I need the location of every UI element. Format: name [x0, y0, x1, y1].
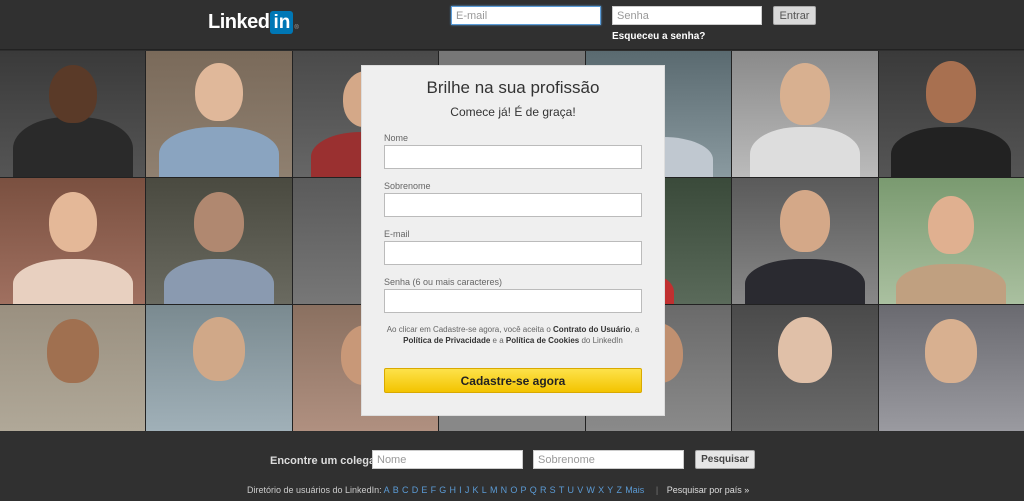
member-photo: [732, 178, 878, 304]
find-last-name-input[interactable]: [533, 450, 684, 469]
directory-letter-link[interactable]: Z: [617, 485, 623, 495]
member-directory: Diretório de usuários do LinkedIn: ABCDE…: [247, 485, 749, 495]
member-photo: [0, 305, 146, 431]
signup-button[interactable]: Cadastre-se agora: [384, 368, 642, 393]
directory-letter-link[interactable]: H: [449, 485, 456, 495]
directory-letter-link[interactable]: F: [431, 485, 437, 495]
directory-letter-link[interactable]: Mais: [625, 485, 644, 495]
privacy-policy-link[interactable]: Política de Privacidade: [403, 336, 490, 345]
terms-text: , a: [630, 325, 640, 334]
cookie-policy-link[interactable]: Política de Cookies: [506, 336, 579, 345]
last-name-input[interactable]: [384, 193, 642, 217]
directory-letter-link[interactable]: L: [482, 485, 487, 495]
directory-letter-link[interactable]: A: [384, 485, 390, 495]
find-search-button[interactable]: Pesquisar: [695, 450, 755, 469]
member-photo: [732, 305, 878, 431]
directory-letter-link[interactable]: G: [439, 485, 446, 495]
terms-notice: Ao clicar em Cadastre-se agora, você ace…: [384, 324, 642, 346]
terms-text: do LinkedIn: [579, 336, 623, 345]
signup-subtitle: Comece já! É de graça!: [450, 105, 576, 119]
search-by-country-link[interactable]: Pesquisar por país »: [667, 485, 750, 495]
top-bar: Linked in ® Entrar Esqueceu a senha?: [0, 0, 1024, 50]
directory-letter-link[interactable]: N: [501, 485, 508, 495]
footer: Encontre um colega: Pesquisar Diretório …: [0, 432, 1024, 501]
first-name-input[interactable]: [384, 145, 642, 169]
member-photo: [878, 51, 1024, 177]
linkedin-logo[interactable]: Linked in ®: [208, 11, 299, 34]
terms-text: e a: [490, 336, 506, 345]
signup-panel: Brilhe na sua profissão Comece já! É de …: [361, 65, 665, 416]
forgot-password-link[interactable]: Esqueceu a senha?: [612, 31, 705, 42]
directory-letter-link[interactable]: X: [598, 485, 604, 495]
last-name-label: Sobrenome: [384, 181, 431, 191]
directory-letter-link[interactable]: I: [459, 485, 462, 495]
member-photo: [0, 178, 146, 304]
directory-letter-link[interactable]: K: [473, 485, 479, 495]
member-photo: [146, 51, 292, 177]
directory-letter-link[interactable]: E: [421, 485, 427, 495]
separator: |: [655, 485, 659, 495]
member-photo: [0, 51, 146, 177]
directory-letter-link[interactable]: S: [550, 485, 556, 495]
directory-letter-link[interactable]: Y: [607, 485, 613, 495]
member-photo: [146, 305, 292, 431]
directory-letter-link[interactable]: M: [490, 485, 498, 495]
signup-title: Brilhe na sua profissão: [426, 78, 600, 97]
directory-letter-link[interactable]: V: [577, 485, 583, 495]
login-button[interactable]: Entrar: [773, 6, 816, 25]
first-name-label: Nome: [384, 133, 409, 143]
directory-letter-link[interactable]: U: [568, 485, 575, 495]
password-input[interactable]: [384, 289, 642, 313]
logo-text: Linked: [208, 11, 270, 33]
user-agreement-link[interactable]: Contrato do Usuário: [553, 325, 630, 334]
password-label: Senha (6 ou mais caracteres): [384, 277, 503, 287]
directory-letter-link[interactable]: Q: [530, 485, 537, 495]
member-photo: [878, 305, 1024, 431]
directory-letters: A B C D E F G H I J K L M N O P Q R S T U V W X Y Z Mais: [384, 485, 648, 495]
directory-letter-link[interactable]: C: [402, 485, 409, 495]
member-photo: [732, 51, 878, 177]
email-input[interactable]: [384, 241, 642, 265]
directory-letter-link[interactable]: P: [521, 485, 527, 495]
member-photo: [146, 178, 292, 304]
find-first-name-input[interactable]: [372, 450, 523, 469]
directory-letter-link[interactable]: B: [393, 485, 399, 495]
directory-letter-link[interactable]: O: [510, 485, 517, 495]
login-password-input[interactable]: [612, 6, 762, 25]
terms-text: Ao clicar em Cadastre-se agora, você ace…: [386, 325, 554, 334]
registered-mark: ®: [294, 24, 299, 31]
directory-letter-link[interactable]: J: [465, 485, 470, 495]
logo-in-badge: in: [270, 11, 294, 34]
directory-letter-link[interactable]: W: [586, 485, 595, 495]
directory-letter-link[interactable]: T: [559, 485, 565, 495]
directory-label: Diretório de usuários do LinkedIn:: [247, 485, 382, 495]
find-colleague-label: Encontre um colega:: [270, 455, 379, 467]
login-email-input[interactable]: [451, 6, 601, 25]
member-photo: [878, 178, 1024, 304]
directory-letter-link[interactable]: D: [412, 485, 419, 495]
directory-letter-link[interactable]: R: [540, 485, 547, 495]
email-label: E-mail: [384, 229, 410, 239]
